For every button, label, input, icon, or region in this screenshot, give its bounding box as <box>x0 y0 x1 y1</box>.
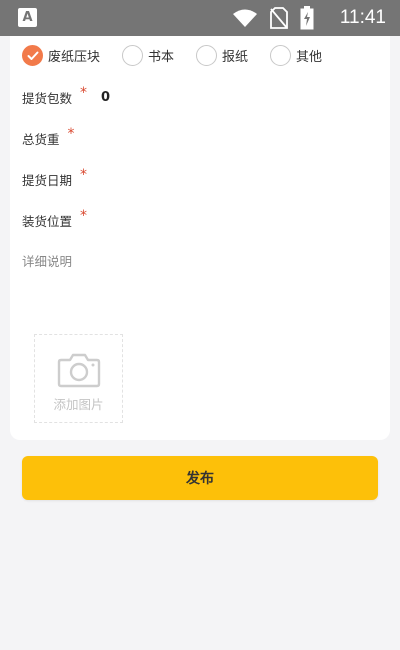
package-count-field: 提货包数 * <box>22 82 382 112</box>
category-radio-3[interactable]: 其他 <box>270 45 322 66</box>
radio-unchecked-icon <box>122 45 144 66</box>
publish-button[interactable]: 发布 <box>22 456 378 500</box>
pickup-date-field: 提货日期 * <box>22 164 388 194</box>
description-textarea[interactable] <box>22 272 376 330</box>
required-mark: * <box>80 85 88 101</box>
total-weight-label: 总货重 <box>22 131 60 147</box>
total-weight-input[interactable] <box>108 123 388 153</box>
category-radio-2[interactable]: 报纸 <box>196 45 248 66</box>
category-radio-0[interactable]: 废纸压块 <box>22 45 100 66</box>
radio-unchecked-icon <box>270 45 292 66</box>
category-radio-group: 废纸压块 书本 报纸 其他 <box>22 45 344 66</box>
status-icons <box>232 6 314 30</box>
wifi-icon <box>233 9 257 27</box>
description-label: 详细说明 <box>22 254 73 269</box>
add-image-button[interactable]: 添加图片 <box>34 334 123 423</box>
add-image-label: 添加图片 <box>53 397 104 412</box>
radio-checked-icon <box>22 45 43 66</box>
category-label: 其他 <box>296 50 323 65</box>
category-label: 书本 <box>148 50 175 65</box>
no-sim-icon <box>270 7 288 29</box>
required-mark: * <box>80 167 88 183</box>
form-card: 废纸压块 书本 报纸 其他 提货包数 * 总货重 * 提货日期 * 装货位置 * <box>10 36 390 440</box>
loading-location-field: 装货位置 * <box>22 205 388 235</box>
status-bar: A 11:41 <box>0 0 400 36</box>
package-count-input[interactable] <box>101 89 302 105</box>
total-weight-field: 总货重 * <box>22 123 388 153</box>
package-count-label: 提货包数 <box>22 90 73 106</box>
required-mark: * <box>67 126 75 142</box>
loading-location-input[interactable] <box>108 205 388 235</box>
category-label: 报纸 <box>222 50 249 65</box>
battery-charging-icon <box>300 6 314 30</box>
category-label: 废纸压块 <box>48 50 101 65</box>
radio-unchecked-icon <box>196 45 218 66</box>
app-notification-icon: A <box>18 8 37 27</box>
camera-icon <box>57 353 100 388</box>
pickup-date-label: 提货日期 <box>22 172 73 188</box>
pickup-date-input[interactable] <box>108 164 388 194</box>
loading-location-label: 装货位置 <box>22 213 73 229</box>
clock: 11:41 <box>339 7 386 28</box>
category-radio-1[interactable]: 书本 <box>122 45 174 66</box>
required-mark: * <box>80 208 88 224</box>
